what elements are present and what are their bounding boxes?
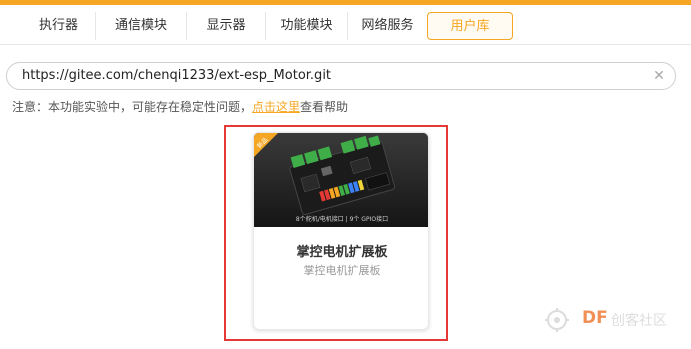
watermark-logo-icon — [545, 308, 569, 332]
tab-user-library[interactable]: 用户库 — [427, 12, 513, 40]
motor-board-illustration — [254, 133, 428, 227]
card-subtitle: 掌控电机扩展板 — [303, 264, 381, 277]
watermark-text: 创客社区 — [611, 313, 667, 329]
community-watermark: DF 创客社区 — [540, 306, 685, 334]
notice-suffix: 查看帮助 — [300, 100, 349, 114]
product-image: 新品 8个舵机/电机接口 | 9个 GPIO接口 — [254, 133, 428, 227]
category-tabs: 执行器 通信模块 显示器 功能模块 网络服务 用户库 — [0, 5, 691, 45]
url-input-container[interactable]: https://gitee.com/chenqi1233/ext-esp_Mot… — [6, 62, 676, 90]
notice-text: 注意：本功能实验中，可能存在稳定性问题， — [12, 100, 253, 114]
tab-display[interactable]: 显示器 — [187, 12, 266, 40]
tab-communication-module[interactable]: 通信模块 — [96, 12, 187, 40]
image-caption: 8个舵机/电机接口 | 9个 GPIO接口 — [295, 216, 389, 223]
tab-actuator[interactable]: 执行器 — [22, 12, 96, 40]
tab-function-module[interactable]: 功能模块 — [266, 12, 348, 40]
url-input[interactable]: https://gitee.com/chenqi1233/ext-esp_Mot… — [22, 63, 331, 89]
close-icon[interactable]: ✕ — [651, 68, 667, 84]
watermark-brand: DF — [582, 308, 608, 328]
help-link[interactable]: 点击这里 — [252, 100, 300, 114]
card-title: 掌控电机扩展板 — [296, 245, 388, 260]
tab-network-service[interactable]: 网络服务 — [348, 12, 427, 40]
experimental-notice: 注意：本功能实验中，可能存在稳定性问题，点击这里查看帮助 — [12, 98, 348, 115]
library-card[interactable]: 新品 8个舵机/电机接口 | 9个 GPIO接口 掌控电机扩展板 掌控电机扩展板 — [253, 132, 429, 330]
